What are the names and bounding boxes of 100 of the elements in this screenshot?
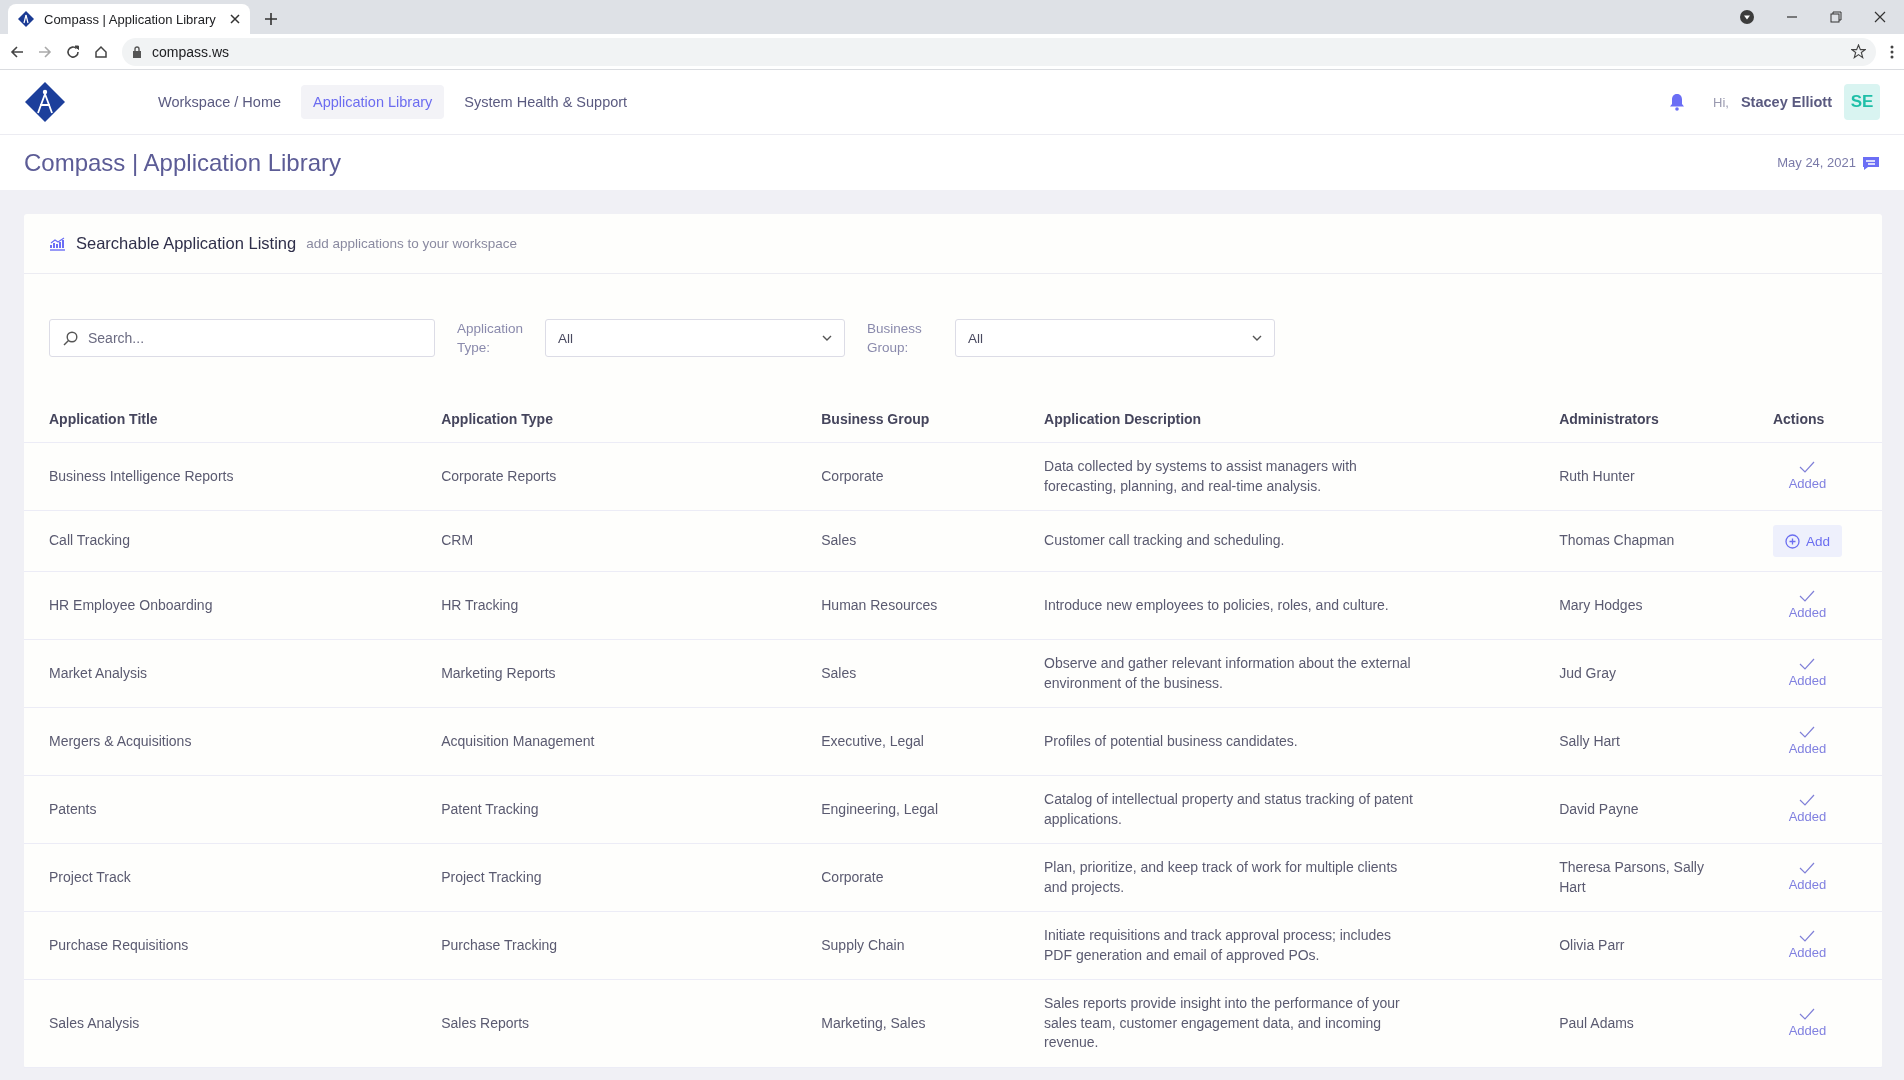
business-group: Supply Chain	[821, 936, 905, 953]
address-bar[interactable]: compass.ws	[122, 37, 1876, 66]
app-description: Initiate requisitions and track approval process; includes PDF generation and email of approved POs.	[1044, 926, 1393, 965]
business-group: Marketing, Sales	[821, 1014, 926, 1031]
added-status: Added	[1788, 722, 1827, 761]
app-description: Plan, prioritize, and keep track of work for multiple clients and projects.	[1044, 858, 1399, 897]
tab-title: Compass | Application Library	[44, 11, 217, 27]
app-type: Corporate Reports	[441, 467, 557, 484]
diamond-logo-icon	[18, 11, 34, 27]
check-icon	[1799, 930, 1816, 942]
app-title: Market Analysis	[49, 664, 148, 681]
column-header: Business Group	[811, 397, 1034, 443]
filter-dropdown[interactable]: All	[545, 319, 845, 357]
business-group: Corporate	[821, 868, 884, 885]
bell-icon[interactable]	[1669, 93, 1686, 111]
check-icon	[1799, 590, 1816, 602]
app-title: Purchase Requisitions	[49, 936, 189, 953]
administrators: Theresa Parsons, Sally Hart	[1559, 858, 1705, 897]
app-title: Mergers & Acquisitions	[49, 732, 192, 749]
nav-tab[interactable]: Workspace / Home	[146, 85, 294, 119]
chevron-down-icon	[822, 335, 832, 341]
app-type: Purchase Tracking	[441, 936, 558, 953]
app-type: Patent Tracking	[441, 800, 539, 817]
check-icon	[1799, 794, 1816, 806]
check-icon	[1799, 658, 1816, 670]
message-icon[interactable]	[1862, 154, 1880, 171]
business-group: Engineering, Legal	[821, 800, 938, 817]
app-type: Acquisition Management	[441, 732, 595, 749]
app-type: Marketing Reports	[441, 664, 556, 681]
column-header: Application Description	[1034, 397, 1550, 443]
dropdown-icon[interactable]	[1740, 10, 1754, 24]
app-title: Sales Analysis	[49, 1014, 140, 1031]
home-icon[interactable]	[94, 44, 108, 59]
listing-subtitle: add applications to your workspace	[306, 236, 518, 251]
close-icon[interactable]	[230, 14, 240, 24]
chart-icon	[49, 236, 66, 251]
administrators: Paul Adams	[1559, 1013, 1634, 1033]
check-icon	[1799, 461, 1816, 473]
app-title: Call Tracking	[49, 532, 130, 549]
nav-tab[interactable]: Application Library	[301, 85, 445, 119]
added-status: Added	[1788, 926, 1827, 965]
added-status: Added	[1788, 654, 1827, 693]
added-status: Added	[1788, 790, 1827, 829]
added-status: Added	[1788, 586, 1827, 625]
filter-label: Business Group:	[867, 320, 923, 357]
search-field[interactable]: Search...	[49, 319, 435, 357]
filter-dropdown[interactable]: All	[955, 319, 1275, 357]
filter-label: Application Type:	[457, 320, 525, 357]
added-status: Added	[1788, 858, 1827, 897]
app-description: Sales reports provide insight into the performance of your sales team, customer engagement data, and incoming revenue.	[1044, 994, 1401, 1052]
user-name[interactable]: Stacey Elliott	[1740, 94, 1832, 110]
app-title: HR Employee Onboarding	[49, 596, 213, 613]
column-header: Administrators	[1549, 397, 1773, 443]
page-title: Compass | Application Library	[24, 148, 342, 177]
menu-icon[interactable]	[1890, 44, 1894, 59]
check-icon	[1799, 726, 1816, 738]
reload-icon[interactable]	[66, 44, 80, 59]
app-description: Data collected by systems to assist managers with forecasting, planning, and real-time analysis.	[1044, 457, 1358, 496]
app-type: CRM	[441, 532, 474, 549]
app-type: HR Tracking	[441, 596, 519, 613]
administrators: Sally Hart	[1559, 731, 1620, 751]
added-status: Added	[1788, 457, 1827, 496]
app-description: Profiles of potential business candidates.	[1044, 731, 1298, 751]
business-group: Sales	[821, 532, 857, 549]
added-status: Added	[1788, 1003, 1827, 1043]
check-icon	[1799, 1007, 1816, 1020]
plus-circle-icon	[1784, 533, 1800, 549]
new-tab-icon[interactable]	[264, 12, 278, 26]
app-title: Patents	[49, 800, 97, 817]
app-type: Sales Reports	[441, 1014, 530, 1031]
administrators: Thomas Chapman	[1559, 531, 1675, 551]
column-header: Application Type	[431, 397, 812, 443]
administrators: Mary Hodges	[1559, 595, 1643, 615]
star-icon[interactable]	[1851, 44, 1866, 59]
back-arrow-icon[interactable]	[10, 44, 24, 59]
administrators: Jud Gray	[1559, 663, 1616, 683]
business-group: Human Resources	[821, 596, 938, 613]
app-title: Business Intelligence Reports	[49, 467, 234, 484]
app-description: Customer call tracking and scheduling.	[1044, 531, 1285, 551]
administrators: Ruth Hunter	[1559, 466, 1635, 486]
add-button[interactable]: Add	[1772, 525, 1842, 557]
column-header: Application Title	[24, 397, 432, 443]
app-description: Introduce new employees to policies, roles, and culture.	[1044, 595, 1389, 615]
administrators: Olivia Parr	[1559, 935, 1625, 955]
browser-tab[interactable]: Compass | Application Library	[8, 4, 250, 34]
administrators: David Payne	[1559, 799, 1639, 819]
app-description: Catalog of intellectual property and status tracking of patent applications.	[1044, 790, 1414, 829]
close-icon[interactable]	[1874, 11, 1886, 23]
app-title: Project Track	[49, 868, 131, 885]
app-description: Observe and gather relevant information about the external environment of the business.	[1044, 654, 1412, 693]
business-group: Corporate	[821, 467, 884, 484]
greeting-text: Hi,	[1713, 94, 1729, 110]
business-group: Executive, Legal	[821, 732, 924, 749]
check-icon	[1799, 862, 1816, 874]
restore-icon[interactable]	[1830, 11, 1842, 23]
compass-logo-icon[interactable]	[24, 81, 66, 123]
app-type: Project Tracking	[441, 868, 542, 885]
search-icon	[63, 331, 78, 346]
nav-tab[interactable]: System Health & Support	[452, 85, 640, 119]
listing-title: Searchable Application Listing	[76, 234, 297, 253]
